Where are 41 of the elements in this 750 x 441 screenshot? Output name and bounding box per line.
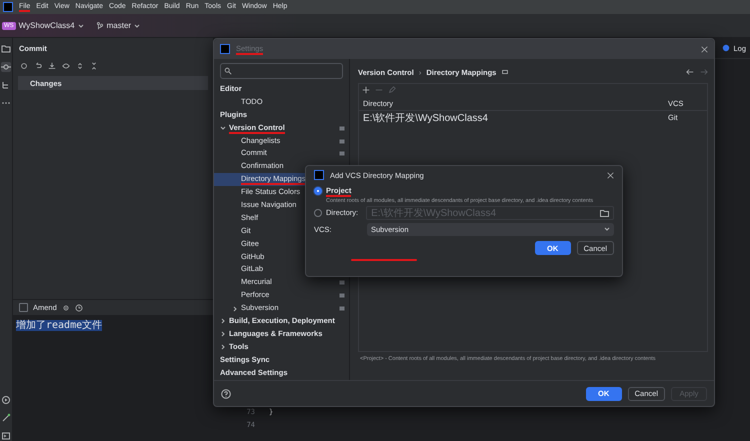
add-icon[interactable]	[362, 86, 370, 94]
project-settings-icon	[339, 293, 345, 298]
project-selector[interactable]: WyShowClass4	[18, 21, 75, 30]
commit-message-field[interactable]: 增加了readme文件	[13, 315, 213, 441]
project-settings-icon	[339, 151, 345, 156]
close-icon[interactable]	[607, 172, 614, 178]
collapse-icon[interactable]	[90, 62, 98, 70]
download-icon[interactable]	[48, 62, 56, 70]
project-settings-icon	[339, 280, 345, 286]
project-settings-icon	[339, 126, 345, 131]
branch-selector[interactable]: master	[106, 21, 132, 30]
commit-icon[interactable]	[1, 62, 11, 72]
app-logo-icon	[3, 2, 13, 12]
chevron-down-icon[interactable]	[78, 24, 84, 28]
expand-icon[interactable]	[76, 62, 84, 70]
terminal-icon[interactable]	[1, 431, 11, 441]
commit-message-text: 增加了readme文件	[16, 320, 102, 331]
help-icon[interactable]	[221, 388, 231, 398]
chevron-down-icon[interactable]	[220, 125, 226, 132]
back-arrow-icon[interactable]	[686, 68, 694, 76]
radio-button[interactable]	[314, 187, 322, 195]
eye-icon[interactable]	[62, 62, 70, 70]
table-cell-text: E:\软件开发\WyShowClass4	[363, 112, 489, 124]
run-icon[interactable]	[1, 395, 11, 405]
branch-icon	[96, 22, 104, 30]
project-settings-icon	[339, 306, 345, 312]
annotation-underline	[351, 259, 417, 261]
close-icon[interactable]	[701, 46, 708, 52]
app-logo-icon	[314, 170, 324, 180]
chevron-down-icon	[604, 227, 610, 231]
structure-icon[interactable]	[1, 80, 11, 90]
app-logo-icon	[220, 44, 230, 54]
page-icon	[501, 68, 510, 76]
chevron-down-icon[interactable]	[134, 24, 140, 28]
undo-icon[interactable]	[34, 62, 42, 70]
search-icon	[224, 67, 232, 75]
project-settings-icon	[339, 138, 345, 144]
search-field[interactable]	[220, 63, 343, 79]
clock-icon[interactable]	[74, 304, 83, 312]
amend-checkbox[interactable]	[19, 303, 28, 312]
folder-icon[interactable]	[1, 44, 11, 54]
